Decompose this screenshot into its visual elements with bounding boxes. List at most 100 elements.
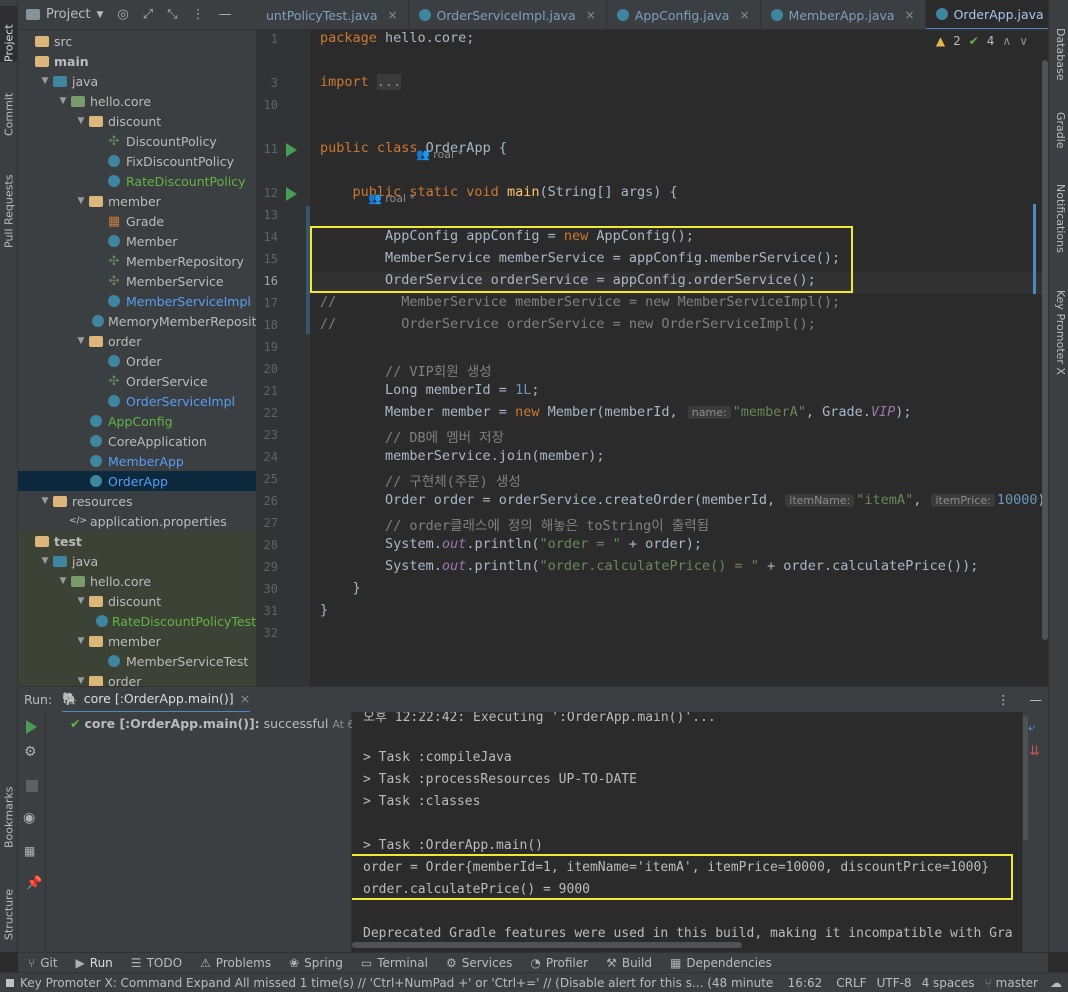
run-tree-item[interactable]: ✔ core [:OrderApp.main()]: successful At… (70, 716, 388, 731)
tree-item[interactable]: main (18, 51, 256, 71)
notifications-tool-tab[interactable]: Notifications (1051, 184, 1067, 253)
tree-item[interactable]: ▼ discount (18, 111, 256, 131)
close-icon[interactable]: × (586, 8, 596, 22)
tree-item[interactable]: OrderServiceImpl (18, 391, 256, 411)
chevron-down-icon[interactable]: ▼ (74, 676, 88, 686)
file-encoding[interactable]: UTF-8 (877, 976, 912, 990)
chevron-down-icon[interactable]: ▼ (56, 576, 70, 586)
structure-tool-tab[interactable]: Structure (0, 872, 18, 940)
layout-icon[interactable]: ▦ (24, 844, 35, 858)
editor-tab[interactable]: OrderServiceImpl.java × (409, 0, 607, 29)
editor-scrollbar[interactable] (1042, 60, 1048, 640)
tree-item[interactable]: ▼ member (18, 631, 256, 651)
eye-icon[interactable]: ◉ (23, 810, 35, 826)
chevron-down-icon[interactable]: ▼ (74, 116, 88, 126)
tool-window-button[interactable]: ▶ Run (76, 956, 113, 970)
run-config-tab[interactable]: 🐘 core [:OrderApp.main()] × (62, 687, 251, 713)
close-icon[interactable]: × (905, 8, 915, 22)
tree-item[interactable]: RateDiscountPolicy (18, 171, 256, 191)
key-promoter-tool-tab[interactable]: Key Promoter X (1051, 290, 1067, 375)
tree-item[interactable]: ✣ OrderService (18, 371, 256, 391)
tool-window-button[interactable]: ⚠ Problems (200, 956, 271, 970)
tree-item[interactable]: ✣ MemberRepository (18, 251, 256, 271)
code-editor[interactable]: ▲ 2 ✔ 4 ∧ ∨ package hello.core; import ... p… (310, 30, 1048, 686)
tree-item[interactable]: ▼ hello.core (18, 91, 256, 111)
close-icon[interactable]: × (240, 691, 250, 706)
inspection-widget[interactable]: ▲ 2 ✔ 4 ∧ ∨ (936, 34, 1028, 48)
chevron-down-icon[interactable]: ∨ (1019, 34, 1028, 48)
console-hscrollbar[interactable] (352, 942, 742, 948)
tree-item[interactable]: AppConfig (18, 411, 256, 431)
close-icon[interactable]: × (387, 8, 397, 22)
chevron-down-icon[interactable]: ▼ (74, 336, 88, 346)
tree-item[interactable]: ▼ java (18, 71, 256, 91)
tree-item[interactable]: Member (18, 231, 256, 251)
editor-tab[interactable]: OrderApp.java× (925, 0, 1048, 29)
tree-item[interactable]: ▼ order (18, 671, 256, 686)
status-message[interactable]: Key Promoter X: Command Expand All misse… (20, 976, 774, 990)
memory-indicator-icon[interactable]: ☁ (1050, 976, 1062, 990)
commit-tool-tab[interactable]: Commit (0, 80, 18, 136)
run-gutter-icon[interactable] (286, 187, 297, 201)
stop-icon[interactable] (26, 780, 38, 792)
settings-icon[interactable]: ⚙ (24, 744, 37, 760)
expand-all-icon[interactable]: ⤢ (143, 7, 153, 22)
project-tool-tab[interactable]: Project (0, 6, 18, 62)
caret-position[interactable]: 16:62 (788, 976, 823, 990)
tree-item[interactable]: </> application.properties (18, 511, 256, 531)
tool-window-button[interactable]: ▭ Terminal (361, 956, 428, 970)
collapse-all-icon[interactable]: ⤡ (167, 7, 177, 22)
chevron-down-icon[interactable]: ▼ (38, 496, 52, 506)
git-branch[interactable]: master (996, 976, 1038, 990)
tree-item[interactable]: ▼ order (18, 331, 256, 351)
hide-panel-icon[interactable]: — (219, 7, 232, 22)
tree-item[interactable]: MemberServiceImpl (18, 291, 256, 311)
tool-window-button[interactable]: ◔ Profiler (530, 956, 588, 970)
chevron-down-icon[interactable]: ▼ (38, 556, 52, 566)
tree-item[interactable]: CoreApplication (18, 431, 256, 451)
run-gutter-icon[interactable] (286, 143, 297, 157)
tool-window-button[interactable]: ❀ Spring (289, 956, 343, 970)
tree-item[interactable]: MemberApp (18, 451, 256, 471)
close-icon[interactable]: × (739, 8, 749, 22)
tree-item[interactable]: test (18, 531, 256, 551)
tree-item[interactable]: ✣ MemberService (18, 271, 256, 291)
chevron-down-icon[interactable]: ▼ (56, 96, 70, 106)
tool-window-button[interactable]: ⚒ Build (606, 956, 652, 970)
more-options-icon[interactable]: ⋮ (997, 692, 1010, 707)
scroll-to-end-icon[interactable]: ⇊ (1029, 744, 1040, 759)
bookmarks-tool-tab[interactable]: Bookmarks (0, 778, 18, 848)
tool-window-button[interactable]: ⚙ Services (446, 956, 512, 970)
chevron-down-icon[interactable]: ▼ (74, 596, 88, 606)
gradle-tool-tab[interactable]: Gradle (1051, 112, 1067, 149)
chevron-down-icon[interactable]: ▼ (38, 76, 52, 86)
tree-item[interactable]: RateDiscountPolicyTest (18, 611, 256, 631)
chevron-up-icon[interactable]: ∧ (1002, 34, 1011, 48)
tree-item[interactable]: ▼ hello.core (18, 571, 256, 591)
tree-item[interactable]: ▦ Grade (18, 211, 256, 231)
tree-item[interactable]: ▼ discount (18, 591, 256, 611)
editor-tab[interactable]: MemberApp.java × (761, 0, 926, 29)
editor-tab[interactable]: AppConfig.java × (607, 0, 761, 29)
tree-item[interactable]: Order (18, 351, 256, 371)
chevron-down-icon[interactable]: ▼ (74, 196, 88, 206)
tree-item[interactable]: OrderApp (18, 471, 256, 491)
pin-icon[interactable]: 📌 (26, 876, 42, 891)
tree-item[interactable]: src (18, 31, 256, 51)
indent-setting[interactable]: 4 spaces (922, 976, 975, 990)
more-options-icon[interactable]: ⋮ (192, 7, 205, 22)
tool-window-button[interactable]: ▦ Dependencies (670, 956, 772, 970)
tree-item[interactable]: FixDiscountPolicy (18, 151, 256, 171)
editor-tab[interactable]: untPolicyTest.java × (256, 0, 409, 29)
chevron-down-icon[interactable]: ▼ (96, 10, 103, 20)
tree-item[interactable]: ▼ member (18, 191, 256, 211)
soft-wrap-icon[interactable]: ⤶ (1028, 720, 1035, 735)
tree-item[interactable]: MemberServiceTest (18, 651, 256, 671)
status-toggle-icon[interactable] (6, 978, 14, 987)
chevron-down-icon[interactable]: ▼ (74, 636, 88, 646)
tree-item[interactable]: MemoryMemberRepositor (18, 311, 256, 331)
pull-requests-tool-tab[interactable]: Pull Requests (0, 158, 18, 248)
tree-item[interactable]: ✣ DiscountPolicy (18, 131, 256, 151)
run-console[interactable]: 오후 12:22:42: Executing ':OrderApp.main()… (352, 712, 1022, 952)
tool-window-button[interactable]: ☰ TODO (131, 956, 182, 970)
